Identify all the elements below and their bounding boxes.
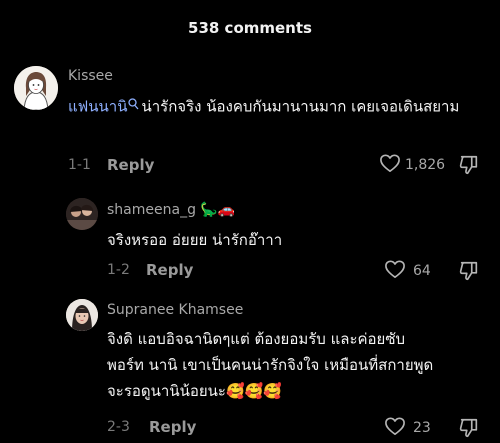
comment-username[interactable]: Supranee Khamsee bbox=[107, 302, 243, 318]
avatar[interactable] bbox=[66, 198, 98, 230]
avatar[interactable] bbox=[66, 299, 98, 331]
comment-body: น่ารักจริง น้องคบกันมานานมาก เคยเจอเดินส… bbox=[141, 97, 460, 116]
comment-text: จริงหรออ อ่ยยย น่ารักอ๊าาา bbox=[107, 231, 283, 249]
comments-count-title: 538 comments bbox=[188, 19, 312, 37]
dislike-button[interactable] bbox=[458, 417, 480, 443]
comment-mention[interactable]: แฟนนานิ bbox=[68, 98, 127, 116]
username-emojis: 🦕🚗 bbox=[200, 202, 236, 218]
like-count: 1,826 bbox=[405, 157, 446, 173]
comment-date: 2-3 bbox=[107, 419, 130, 435]
like-button[interactable]: 1,826 bbox=[379, 153, 445, 177]
like-count: 64 bbox=[413, 263, 431, 279]
comment-text: จิงดิ แอบอิจฉานิดๆแต่ ต้องยอมรับ และค่อย… bbox=[107, 326, 497, 404]
like-button[interactable]: 64 bbox=[384, 259, 431, 283]
comment-item: Supranee Khamsee จิงดิ แอบอิจฉานิดๆแต่ ต… bbox=[0, 293, 500, 442]
comment-item: Kissee แฟนนานิ น่ารักจริง น้องคบกันมานาน… bbox=[0, 56, 500, 186]
thumbs-down-icon bbox=[458, 418, 480, 443]
comment-line: พอร์ท นานิ เขาเป็นคนน่ารักจิงใจ เหมือนที… bbox=[107, 356, 434, 374]
heart-icon bbox=[384, 259, 406, 283]
heart-icon bbox=[379, 153, 401, 177]
comment-line: จะรอดูนานิน้อยนะ🥰🥰🥰 bbox=[107, 382, 282, 400]
heart-icon bbox=[384, 416, 406, 440]
reply-button[interactable]: Reply bbox=[149, 418, 196, 436]
reply-button[interactable]: Reply bbox=[146, 261, 193, 279]
avatar[interactable] bbox=[14, 66, 58, 110]
thumbs-down-icon bbox=[458, 155, 480, 180]
comment-date: 1-1 bbox=[68, 157, 91, 173]
search-icon[interactable] bbox=[128, 92, 139, 118]
comments-header: 538 comments bbox=[0, 0, 500, 56]
thumbs-down-icon bbox=[458, 261, 480, 286]
comment-text: แฟนนานิ น่ารักจริง น้องคบกันมานานมาก เคย… bbox=[68, 92, 468, 122]
comment-username[interactable]: shameena_g 🦕🚗 bbox=[107, 202, 235, 218]
dislike-button[interactable] bbox=[458, 154, 480, 180]
like-count: 23 bbox=[413, 420, 431, 436]
comment-line: จิงดิ แอบอิจฉานิดๆแต่ ต้องยอมรับ และค่อย… bbox=[107, 330, 406, 348]
reply-button[interactable]: Reply bbox=[107, 156, 154, 174]
comment-emojis: 🥰🥰🥰 bbox=[225, 382, 282, 400]
dislike-button[interactable] bbox=[458, 260, 480, 286]
comment-username[interactable]: Kissee bbox=[68, 68, 113, 84]
comment-date: 1-2 bbox=[107, 262, 130, 278]
comment-item: shameena_g 🦕🚗 จริงหรออ อ่ยยย น่ารักอ๊าาา… bbox=[0, 190, 500, 286]
like-button[interactable]: 23 bbox=[384, 416, 431, 440]
